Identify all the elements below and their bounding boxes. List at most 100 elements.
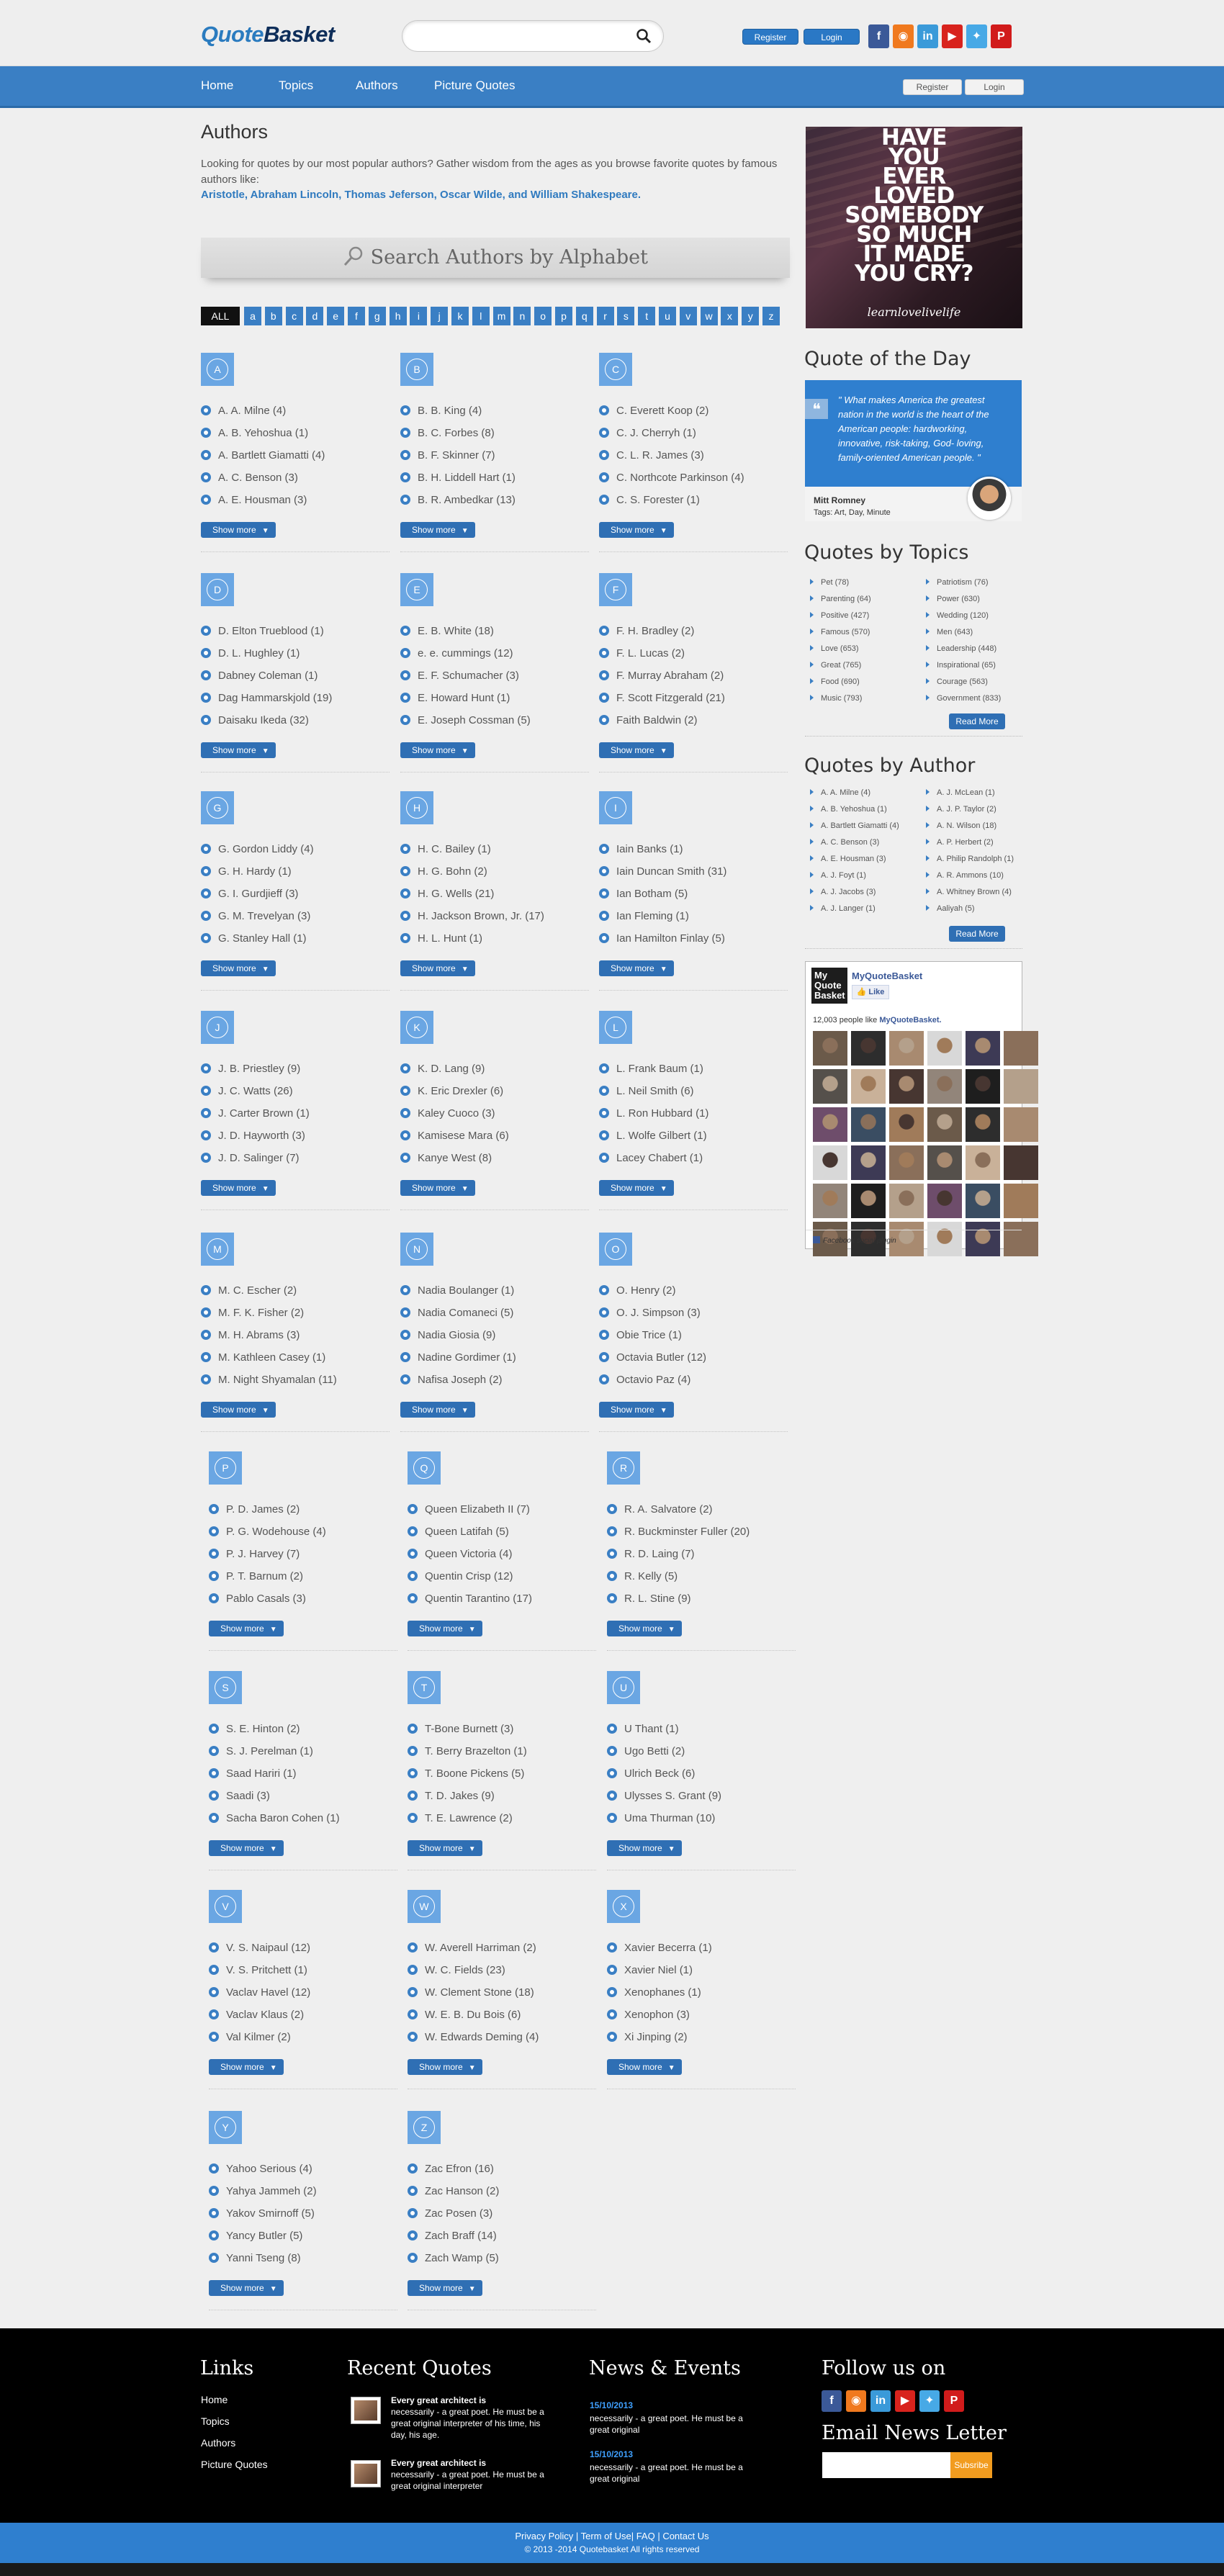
- fb-fan-avatar[interactable]: [1004, 1031, 1038, 1066]
- author-link[interactable]: Sacha Baron Cohen (1): [209, 1812, 340, 1824]
- author-link[interactable]: M. C. Escher (2): [201, 1284, 297, 1297]
- author-link[interactable]: Saadi (3): [209, 1790, 270, 1802]
- show-more-button[interactable]: Show more ▼: [400, 1180, 475, 1196]
- author-link[interactable]: L. Neil Smith (6): [599, 1085, 694, 1097]
- author-link[interactable]: B. H. Liddell Hart (1): [400, 472, 516, 484]
- author-link[interactable]: J. B. Priestley (9): [201, 1063, 300, 1075]
- sidebar-author-link[interactable]: A. N. Wilson (18): [926, 821, 996, 830]
- author-link[interactable]: Lacey Chabert (1): [599, 1152, 703, 1164]
- sidebar-author-link[interactable]: A. B. Yehoshua (1): [810, 805, 887, 814]
- show-more-button[interactable]: Show more ▼: [201, 1180, 276, 1196]
- author-link[interactable]: Zac Posen (3): [408, 2207, 492, 2220]
- author-link[interactable]: Ulrich Beck (6): [607, 1767, 695, 1780]
- show-more-button[interactable]: Show more ▼: [607, 2059, 682, 2075]
- author-link[interactable]: Quentin Tarantino (17): [408, 1593, 532, 1605]
- author-link[interactable]: Yahya Jammeh (2): [209, 2185, 317, 2197]
- author-link[interactable]: Xavier Becerra (1): [607, 1942, 712, 1954]
- author-link[interactable]: Xi Jinping (2): [607, 2031, 688, 2043]
- author-link[interactable]: Iain Banks (1): [599, 843, 683, 855]
- login-button[interactable]: Login: [804, 29, 860, 45]
- fb-fan-avatar[interactable]: [927, 1031, 962, 1066]
- sidebar-author-link[interactable]: A. J. McLean (1): [926, 788, 995, 797]
- author-link[interactable]: O. J. Simpson (3): [599, 1307, 701, 1319]
- author-link[interactable]: Zac Hanson (2): [408, 2185, 499, 2197]
- alphabet-filter-a[interactable]: a: [244, 307, 261, 325]
- author-link[interactable]: V. S. Naipaul (12): [209, 1942, 310, 1954]
- author-link[interactable]: H. G. Bohn (2): [400, 865, 487, 878]
- fb-fan-avatar[interactable]: [813, 1184, 847, 1218]
- author-link[interactable]: R. Buckminster Fuller (20): [607, 1526, 750, 1538]
- alphabet-filter-r[interactable]: r: [596, 307, 614, 325]
- author-link[interactable]: G. H. Hardy (1): [201, 865, 292, 878]
- author-link[interactable]: A. A. Milne (4): [201, 405, 286, 417]
- author-link[interactable]: Ian Botham (5): [599, 888, 688, 900]
- author-link[interactable]: Xenophon (3): [607, 2009, 690, 2021]
- show-more-button[interactable]: Show more ▼: [201, 1402, 276, 1418]
- topic-link[interactable]: Government (833): [926, 694, 1001, 703]
- author-link[interactable]: Nafisa Joseph (2): [400, 1374, 503, 1386]
- topic-link[interactable]: Pet (78): [810, 578, 849, 587]
- fb-fan-avatar[interactable]: [966, 1184, 1000, 1218]
- fb-fan-avatar[interactable]: [966, 1069, 1000, 1104]
- show-more-button[interactable]: Show more ▼: [408, 2280, 482, 2296]
- alphabet-filter-z[interactable]: z: [762, 307, 780, 325]
- topic-link[interactable]: Wedding (120): [926, 611, 989, 620]
- author-link[interactable]: E. Howard Hunt (1): [400, 692, 510, 704]
- author-link[interactable]: Yanni Tseng (8): [209, 2252, 301, 2264]
- alphabet-filter-v[interactable]: v: [679, 307, 697, 325]
- famous-authors-link[interactable]: Aristotle, Abraham Lincoln, Thomas Jefer…: [201, 189, 641, 201]
- topic-link[interactable]: Famous (570): [810, 628, 870, 636]
- sidebar-author-link[interactable]: A. R. Ammons (10): [926, 871, 1004, 880]
- author-link[interactable]: U Thant (1): [607, 1723, 679, 1735]
- qotd-tags[interactable]: Tags: Art, Day, Minute: [814, 508, 891, 517]
- twitter-icon[interactable]: ✦: [966, 24, 987, 48]
- alphabet-filter-all[interactable]: ALL: [201, 307, 240, 325]
- alphabet-filter-n[interactable]: n: [513, 307, 531, 325]
- author-link[interactable]: Ian Fleming (1): [599, 910, 689, 922]
- footer-link-authors[interactable]: Authors: [201, 2437, 235, 2449]
- author-link[interactable]: F. Scott Fitzgerald (21): [599, 692, 725, 704]
- footer-link-topics[interactable]: Topics: [201, 2415, 230, 2427]
- sidebar-author-link[interactable]: A. J. P. Taylor (2): [926, 805, 996, 814]
- sidebar-author-link[interactable]: A. J. Foyt (1): [810, 871, 866, 880]
- author-link[interactable]: W. Averell Harriman (2): [408, 1942, 536, 1954]
- author-link[interactable]: T-Bone Burnett (3): [408, 1723, 513, 1735]
- fb-fan-avatar[interactable]: [966, 1031, 1000, 1066]
- fb-fan-avatar[interactable]: [889, 1031, 924, 1066]
- author-link[interactable]: K. D. Lang (9): [400, 1063, 485, 1075]
- fb-count-name[interactable]: MyQuoteBasket.: [879, 1016, 941, 1024]
- author-link[interactable]: Kaley Cuoco (3): [400, 1107, 495, 1120]
- show-more-button[interactable]: Show more ▼: [599, 522, 674, 538]
- rss-icon[interactable]: ◉: [893, 24, 914, 48]
- fb-fan-avatar[interactable]: [1004, 1107, 1038, 1142]
- alphabet-filter-k[interactable]: k: [451, 307, 469, 325]
- fb-fan-avatar[interactable]: [927, 1145, 962, 1180]
- author-link[interactable]: P. G. Wodehouse (4): [209, 1526, 326, 1538]
- author-link[interactable]: Uma Thurman (10): [607, 1812, 715, 1824]
- author-link[interactable]: R. A. Salvatore (2): [607, 1503, 713, 1516]
- alphabet-filter-u[interactable]: u: [659, 307, 676, 325]
- sidebar-author-link[interactable]: A. Bartlett Giamatti (4): [810, 821, 899, 830]
- author-link[interactable]: Yancy Butler (5): [209, 2230, 302, 2242]
- fb-fan-avatar[interactable]: [889, 1107, 924, 1142]
- author-link[interactable]: D. Elton Trueblood (1): [201, 625, 324, 637]
- author-link[interactable]: G. Gordon Liddy (4): [201, 843, 314, 855]
- author-link[interactable]: Nadia Boulanger (1): [400, 1284, 514, 1297]
- newsletter-email-input[interactable]: [822, 2452, 950, 2478]
- author-link[interactable]: Queen Elizabeth II (7): [408, 1503, 530, 1516]
- register-button[interactable]: Register: [742, 29, 798, 45]
- topic-link[interactable]: Love (653): [810, 644, 859, 653]
- show-more-button[interactable]: Show more ▼: [209, 2280, 284, 2296]
- topic-link[interactable]: Men (643): [926, 628, 973, 636]
- author-link[interactable]: Yahoo Serious (4): [209, 2163, 312, 2175]
- fb-fan-avatar[interactable]: [1004, 1069, 1038, 1104]
- nav-picture-quotes[interactable]: Picture Quotes: [434, 78, 515, 93]
- alphabet-filter-h[interactable]: h: [389, 307, 407, 325]
- alphabet-filter-q[interactable]: q: [575, 307, 593, 325]
- show-more-button[interactable]: Show more ▼: [400, 1402, 475, 1418]
- nav-login-button[interactable]: Login: [965, 79, 1024, 95]
- fb-fan-avatar[interactable]: [851, 1145, 886, 1180]
- author-link[interactable]: Pablo Casals (3): [209, 1593, 306, 1605]
- author-link[interactable]: M. Night Shyamalan (11): [201, 1374, 337, 1386]
- fb-fan-avatar[interactable]: [927, 1069, 962, 1104]
